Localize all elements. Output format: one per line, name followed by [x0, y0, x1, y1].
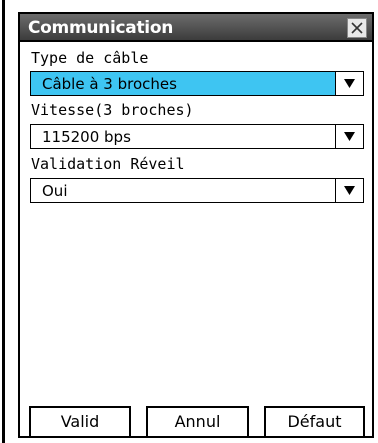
dialog-title: Communication — [28, 18, 173, 38]
cable-type-value: Câble à 3 broches — [42, 75, 177, 93]
chevron-down-icon — [344, 132, 355, 141]
speed-label: Vitesse(3 broches) — [31, 101, 194, 119]
annul-button[interactable]: Annul — [146, 406, 249, 436]
screen: Communication Type de câble Câble à 3 br… — [0, 0, 378, 443]
close-icon — [351, 22, 363, 34]
close-button[interactable] — [347, 18, 367, 38]
cable-type-label: Type de câble — [31, 49, 149, 67]
cable-type-dropdown-button[interactable] — [335, 72, 363, 95]
chevron-down-icon — [344, 186, 355, 195]
chevron-down-icon — [344, 79, 355, 88]
communication-dialog: Communication Type de câble Câble à 3 br… — [18, 12, 374, 438]
wakeup-label: Validation Réveil — [31, 155, 185, 173]
speed-dropdown-button[interactable] — [335, 125, 363, 148]
cable-type-select[interactable]: Câble à 3 broches — [30, 71, 364, 96]
background-edge — [2, 0, 5, 443]
wakeup-select[interactable]: Oui — [30, 178, 364, 203]
dialog-titlebar: Communication — [20, 14, 372, 42]
wakeup-dropdown-button[interactable] — [335, 179, 363, 202]
speed-select[interactable]: 115200 bps — [30, 124, 364, 149]
speed-value: 115200 bps — [42, 128, 131, 146]
wakeup-value: Oui — [42, 182, 68, 200]
default-button[interactable]: Défaut — [264, 406, 365, 436]
valid-button[interactable]: Valid — [29, 406, 131, 436]
